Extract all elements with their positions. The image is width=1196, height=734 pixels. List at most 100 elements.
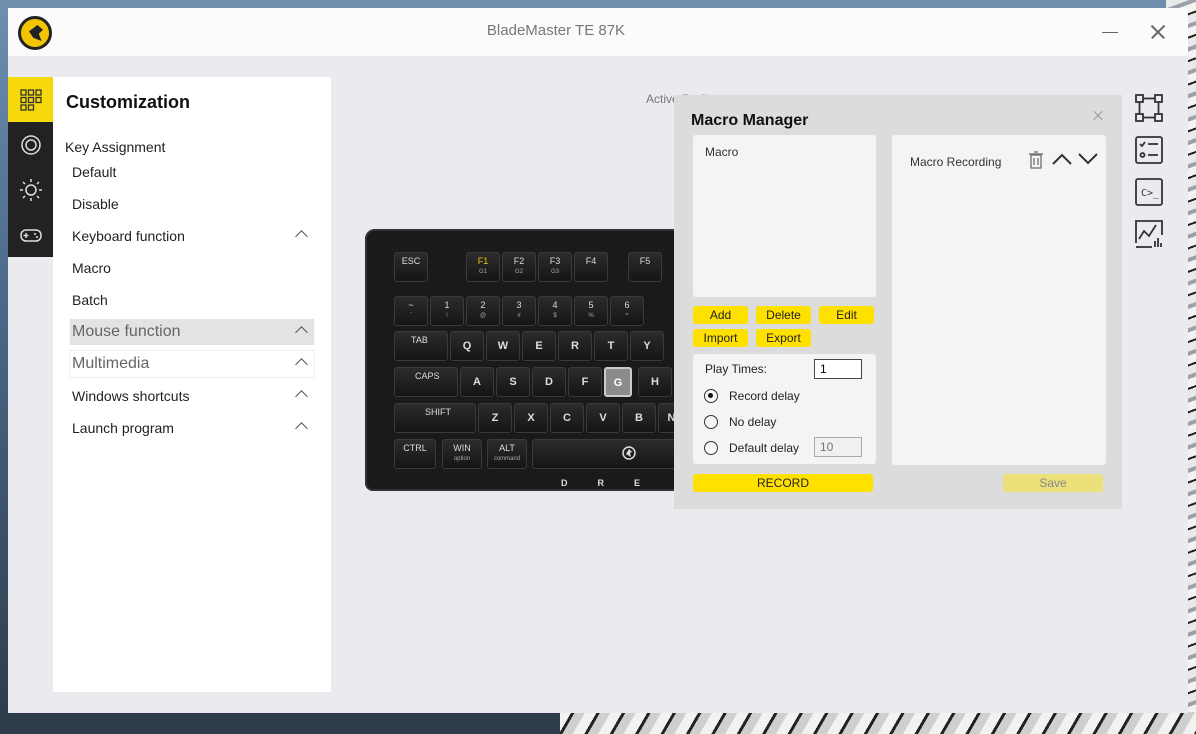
key-a[interactable]: A (460, 367, 494, 397)
title-bar: BladeMaster TE 87K (8, 8, 1188, 56)
menu-item-launch-program[interactable]: Launch program (70, 415, 314, 441)
key-label: A (473, 376, 481, 388)
key-t[interactable]: T (594, 331, 628, 361)
key-x[interactable]: X (514, 403, 548, 433)
nav-performance[interactable] (8, 122, 53, 167)
key-z[interactable]: Z (478, 403, 512, 433)
key-sublabel: option (453, 456, 471, 462)
key-label: E (535, 340, 543, 352)
key-v[interactable]: V (586, 403, 620, 433)
key-ctrl[interactable]: CTRL (394, 439, 436, 469)
performance-chart-icon[interactable] (1134, 219, 1164, 249)
chevron-up-icon (295, 390, 308, 403)
key-tab[interactable]: TAB (394, 331, 448, 361)
macro-recording-panel[interactable]: Macro Recording (892, 135, 1106, 465)
key-label: G (613, 377, 623, 389)
key-sublabel: ! (446, 313, 448, 319)
key-alt[interactable]: ALT command (487, 439, 527, 469)
key-6[interactable]: 6 ^ (610, 296, 644, 326)
keyboard-brand-letters: DRE (561, 478, 670, 488)
default-delay-radio[interactable] (704, 441, 718, 455)
terminal-icon[interactable]: C>_ (1134, 177, 1164, 207)
key-4[interactable]: 4 $ (538, 296, 572, 326)
key-f3[interactable]: F3 G3 (538, 252, 572, 282)
key-q[interactable]: Q (450, 331, 484, 361)
key-label: C (563, 412, 571, 424)
menu-item-mouse-function[interactable]: Mouse function (70, 319, 314, 345)
export-button[interactable]: Export (756, 329, 811, 347)
panel-title: Customization (66, 92, 190, 112)
menu-item-disable[interactable]: Disable (70, 191, 314, 217)
menu-item-keyboard-function[interactable]: Keyboard function (70, 223, 314, 249)
delete-button[interactable]: Delete (756, 306, 811, 324)
key-b[interactable]: B (622, 403, 656, 433)
close-button[interactable] (1146, 20, 1170, 44)
key-label: 2 (480, 300, 486, 310)
key-1[interactable]: 1! (430, 296, 464, 326)
menu-item-label: Default (72, 164, 117, 180)
key-w[interactable]: W (486, 331, 520, 361)
key-r[interactable]: R (558, 331, 592, 361)
key-f[interactable]: F (568, 367, 602, 397)
key-5[interactable]: 5% (574, 296, 608, 326)
key-f1[interactable]: F1 G1 (466, 252, 500, 282)
play-times-input[interactable]: 1 (814, 359, 862, 379)
default-delay-input[interactable]: 10 (814, 437, 862, 457)
menu-item-macro[interactable]: Macro (70, 255, 314, 281)
trash-icon[interactable] (1028, 151, 1044, 169)
key-sublabel: % (588, 313, 594, 319)
dialog-close-icon[interactable] (1092, 109, 1106, 123)
menu-item-batch[interactable]: Batch (70, 287, 314, 313)
key-d[interactable]: D (532, 367, 566, 397)
menu-item-label: Disable (72, 196, 119, 212)
key-caps[interactable]: CAPS (394, 367, 458, 397)
menu-item-default[interactable]: Default (70, 159, 314, 185)
key-f5[interactable]: F5 (628, 252, 662, 282)
key-label: ALT (499, 443, 515, 453)
key-label: X (527, 412, 535, 424)
key-space[interactable] (532, 439, 685, 469)
record-delay-radio[interactable] (704, 389, 718, 403)
macro-list[interactable]: Macro (693, 135, 876, 297)
menu-item-windows-shortcuts[interactable]: Windows shortcuts (70, 383, 314, 409)
checklist-icon[interactable] (1134, 135, 1164, 165)
key-h[interactable]: H (638, 367, 672, 397)
save-button[interactable]: Save (1003, 474, 1103, 492)
key-tilde[interactable]: ~ ` (394, 296, 428, 326)
nav-lighting[interactable] (8, 167, 53, 212)
key-win[interactable]: WIN option (442, 439, 482, 469)
chevron-down-icon[interactable] (1077, 152, 1099, 166)
chevron-up-icon[interactable] (1051, 152, 1073, 166)
key-sublabel: ` (410, 313, 412, 319)
no-delay-radio[interactable] (704, 415, 718, 429)
key-y[interactable]: Y (630, 331, 664, 361)
key-e[interactable]: E (522, 331, 556, 361)
key-label: 5 (588, 300, 594, 310)
nav-customization[interactable] (8, 77, 53, 122)
key-label: 4 (552, 300, 558, 310)
key-c[interactable]: C (550, 403, 584, 433)
vertical-nav (8, 77, 53, 257)
edit-button[interactable]: Edit (819, 306, 874, 324)
key-shift[interactable]: SHIFT (394, 403, 476, 433)
key-g[interactable]: G (604, 367, 632, 397)
key-s[interactable]: S (496, 367, 530, 397)
play-options-panel: Play Times: 1 Record delay No delay Defa… (693, 354, 876, 464)
import-button[interactable]: Import (693, 329, 748, 347)
chevron-up-icon (295, 358, 308, 371)
add-button[interactable]: Add (693, 306, 748, 324)
layout-icon[interactable] (1134, 93, 1164, 123)
key-f2[interactable]: F2 G2 (502, 252, 536, 282)
macro-list-title: Macro (705, 145, 739, 159)
play-times-label: Play Times: (705, 362, 768, 376)
record-button[interactable]: RECORD (693, 474, 873, 492)
key-esc[interactable]: ESC (394, 252, 428, 282)
minimize-button[interactable] (1098, 20, 1122, 44)
key-f4[interactable]: F4 (574, 252, 608, 282)
key-3[interactable]: 3 # (502, 296, 536, 326)
key-label: F2 (513, 256, 525, 266)
nav-game-mode[interactable] (8, 212, 53, 257)
menu-item-multimedia[interactable]: Multimedia (70, 351, 314, 377)
key-2[interactable]: 2 @ (466, 296, 500, 326)
key-sublabel: ^ (625, 313, 629, 319)
